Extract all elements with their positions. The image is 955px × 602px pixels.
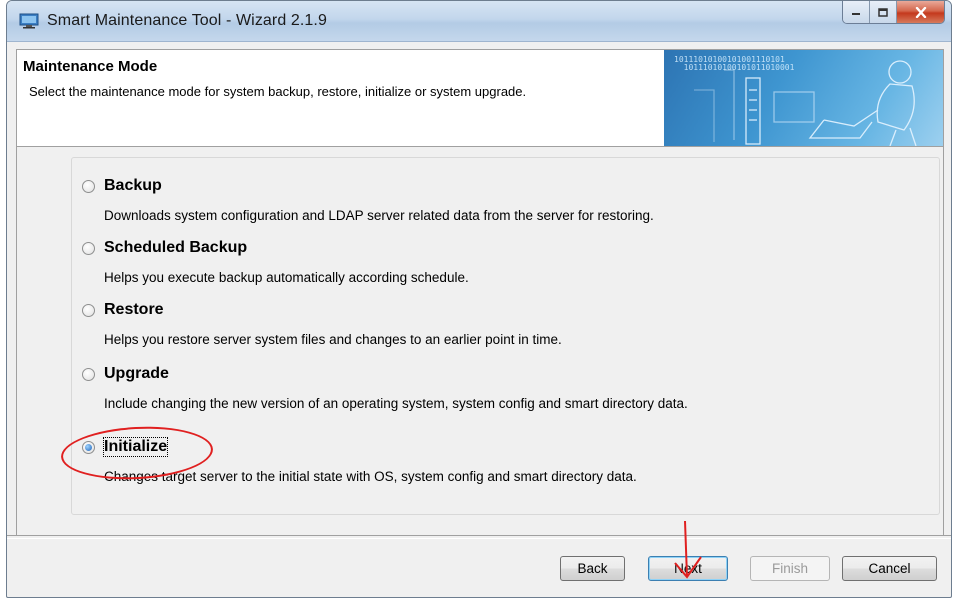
page-title: Maintenance Mode xyxy=(23,58,158,75)
person-at-laptop-illustration xyxy=(694,60,917,146)
title-bar[interactable]: Smart Maintenance Tool - Wizard 2.1.9 xyxy=(7,1,951,42)
finish-button: Finish xyxy=(750,556,830,581)
wizard-header: Maintenance Mode Select the maintenance … xyxy=(16,49,944,147)
wizard-content: Backup Downloads system configuration an… xyxy=(16,147,944,535)
option-label-upgrade[interactable]: Upgrade xyxy=(104,365,169,383)
radio-scheduled-backup[interactable] xyxy=(82,242,95,255)
footer-divider xyxy=(7,535,951,539)
option-desc-backup: Downloads system configuration and LDAP … xyxy=(104,208,654,223)
window-title: Smart Maintenance Tool - Wizard 2.1.9 xyxy=(47,12,327,29)
option-desc-upgrade: Include changing the new version of an o… xyxy=(104,396,688,411)
wizard-window: Smart Maintenance Tool - Wizard 2.1.9 Ma… xyxy=(6,0,952,598)
maximize-button[interactable] xyxy=(870,1,897,23)
monitor-icon xyxy=(19,13,39,29)
maximize-icon xyxy=(878,7,888,17)
radio-upgrade[interactable] xyxy=(82,368,95,381)
minimize-button[interactable] xyxy=(843,1,870,23)
header-banner-image: 10111010100101001110101 1011101010010101… xyxy=(664,50,943,146)
minimize-icon xyxy=(852,13,860,15)
radio-backup[interactable] xyxy=(82,180,95,193)
page-description: Select the maintenance mode for system b… xyxy=(29,84,527,99)
option-desc-scheduled-backup: Helps you execute backup automatically a… xyxy=(104,270,469,285)
back-button[interactable]: Back xyxy=(560,556,625,581)
next-button[interactable]: Next xyxy=(648,556,728,581)
option-label-restore[interactable]: Restore xyxy=(104,301,164,319)
close-icon xyxy=(915,6,926,18)
cancel-button[interactable]: Cancel xyxy=(842,556,937,581)
caption-buttons xyxy=(842,1,945,24)
option-label-scheduled-backup[interactable]: Scheduled Backup xyxy=(104,239,247,257)
radio-restore[interactable] xyxy=(82,304,95,317)
option-desc-restore: Helps you restore server system files an… xyxy=(104,332,562,347)
option-label-backup[interactable]: Backup xyxy=(104,177,162,195)
close-button[interactable] xyxy=(897,1,944,23)
